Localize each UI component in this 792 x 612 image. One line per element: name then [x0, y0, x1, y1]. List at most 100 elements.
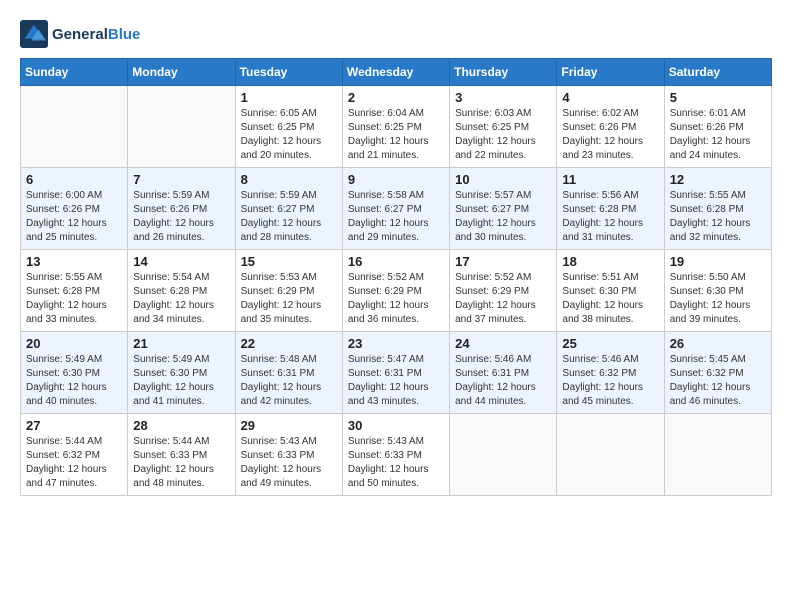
col-header-saturday: Saturday	[664, 59, 771, 86]
day-cell-20: 20 Sunrise: 5:49 AM Sunset: 6:30 PM Dayli…	[21, 332, 128, 414]
day-number-25: 25	[562, 336, 658, 351]
day-cell-24: 24 Sunrise: 5:46 AM Sunset: 6:31 PM Dayli…	[450, 332, 557, 414]
day-number-19: 19	[670, 254, 766, 269]
col-header-friday: Friday	[557, 59, 664, 86]
day-number-23: 23	[348, 336, 444, 351]
day-number-16: 16	[348, 254, 444, 269]
day-info-20: Sunrise: 5:49 AM Sunset: 6:30 PM Dayligh…	[26, 353, 122, 409]
day-cell-6: 6Sunrise: 6:00 AM Sunset: 6:26 PM Daylig…	[21, 168, 128, 250]
day-cell-8: 8Sunrise: 5:59 AM Sunset: 6:27 PM Daylig…	[235, 168, 342, 250]
day-cell-21: 21Sunrise: 5:49 AM Sunset: 6:30 PM Dayli…	[128, 332, 235, 414]
week-row-1: 1 Sunrise: 6:05 AM Sunset: 6:25 PM Daylig…	[21, 86, 772, 168]
day-number-21: 21	[133, 336, 229, 351]
day-info-26: Sunrise: 5:45 AM Sunset: 6:32 PM Dayligh…	[670, 353, 766, 409]
day-info-1: Sunrise: 6:05 AM Sunset: 6:25 PM Dayligh…	[241, 107, 337, 163]
day-info-2: Sunrise: 6:04 AM Sunset: 6:25 PM Dayligh…	[348, 107, 444, 163]
day-number-26: 26	[670, 336, 766, 351]
day-info-16: Sunrise: 5:52 AM Sunset: 6:29 PM Dayligh…	[348, 271, 444, 327]
day-cell-29: 29 Sunrise: 5:43 AM Sunset: 6:33 PM Dayli…	[235, 414, 342, 496]
day-cell-2: 2 Sunrise: 6:04 AM Sunset: 6:25 PM Daylig…	[342, 86, 449, 168]
day-cell-5: 5 Sunrise: 6:01 AM Sunset: 6:26 PM Daylig…	[664, 86, 771, 168]
day-cell-13: 13Sunrise: 5:55 AM Sunset: 6:28 PM Dayli…	[21, 250, 128, 332]
day-cell-1: 1 Sunrise: 6:05 AM Sunset: 6:25 PM Daylig…	[235, 86, 342, 168]
day-info-12: Sunrise: 5:55 AM Sunset: 6:28 PM Dayligh…	[670, 189, 766, 245]
day-info-24: Sunrise: 5:46 AM Sunset: 6:31 PM Dayligh…	[455, 353, 551, 409]
day-number-30: 30	[348, 418, 444, 433]
day-cell-17: 17 Sunrise: 5:52 AM Sunset: 6:29 PM Dayli…	[450, 250, 557, 332]
col-header-thursday: Thursday	[450, 59, 557, 86]
day-number-29: 29	[241, 418, 337, 433]
day-number-11: 11	[562, 172, 658, 187]
day-info-18: Sunrise: 5:51 AM Sunset: 6:30 PM Dayligh…	[562, 271, 658, 327]
day-number-24: 24	[455, 336, 551, 351]
empty-cell	[664, 414, 771, 496]
day-info-28: Sunrise: 5:44 AM Sunset: 6:33 PM Dayligh…	[133, 435, 229, 491]
day-number-28: 28	[133, 418, 229, 433]
day-info-25: Sunrise: 5:46 AM Sunset: 6:32 PM Dayligh…	[562, 353, 658, 409]
logo-text: GeneralBlue	[52, 26, 140, 43]
day-cell-10: 10Sunrise: 5:57 AM Sunset: 6:27 PM Dayli…	[450, 168, 557, 250]
day-cell-27: 27 Sunrise: 5:44 AM Sunset: 6:32 PM Dayli…	[21, 414, 128, 496]
day-info-11: Sunrise: 5:56 AM Sunset: 6:28 PM Dayligh…	[562, 189, 658, 245]
day-number-12: 12	[670, 172, 766, 187]
day-info-17: Sunrise: 5:52 AM Sunset: 6:29 PM Dayligh…	[455, 271, 551, 327]
day-number-20: 20	[26, 336, 122, 351]
day-info-6: Sunrise: 6:00 AM Sunset: 6:26 PM Dayligh…	[26, 189, 122, 245]
day-number-18: 18	[562, 254, 658, 269]
day-cell-30: 30Sunrise: 5:43 AM Sunset: 6:33 PM Dayli…	[342, 414, 449, 496]
day-info-10: Sunrise: 5:57 AM Sunset: 6:27 PM Dayligh…	[455, 189, 551, 245]
day-info-15: Sunrise: 5:53 AM Sunset: 6:29 PM Dayligh…	[241, 271, 337, 327]
day-info-23: Sunrise: 5:47 AM Sunset: 6:31 PM Dayligh…	[348, 353, 444, 409]
day-number-7: 7	[133, 172, 229, 187]
day-number-22: 22	[241, 336, 337, 351]
day-number-2: 2	[348, 90, 444, 105]
day-cell-7: 7 Sunrise: 5:59 AM Sunset: 6:26 PM Daylig…	[128, 168, 235, 250]
day-cell-18: 18 Sunrise: 5:51 AM Sunset: 6:30 PM Dayli…	[557, 250, 664, 332]
empty-cell	[128, 86, 235, 168]
day-cell-14: 14Sunrise: 5:54 AM Sunset: 6:28 PM Dayli…	[128, 250, 235, 332]
day-cell-16: 16 Sunrise: 5:52 AM Sunset: 6:29 PM Dayli…	[342, 250, 449, 332]
day-info-5: Sunrise: 6:01 AM Sunset: 6:26 PM Dayligh…	[670, 107, 766, 163]
day-cell-9: 9Sunrise: 5:58 AM Sunset: 6:27 PM Daylig…	[342, 168, 449, 250]
day-cell-4: 4Sunrise: 6:02 AM Sunset: 6:26 PM Daylig…	[557, 86, 664, 168]
day-cell-19: 19 Sunrise: 5:50 AM Sunset: 6:30 PM Dayli…	[664, 250, 771, 332]
day-info-8: Sunrise: 5:59 AM Sunset: 6:27 PM Dayligh…	[241, 189, 337, 245]
logo: GeneralBlue	[20, 20, 140, 48]
col-header-tuesday: Tuesday	[235, 59, 342, 86]
day-info-7: Sunrise: 5:59 AM Sunset: 6:26 PM Dayligh…	[133, 189, 229, 245]
day-number-5: 5	[670, 90, 766, 105]
empty-cell	[557, 414, 664, 496]
day-cell-23: 23 Sunrise: 5:47 AM Sunset: 6:31 PM Dayli…	[342, 332, 449, 414]
day-cell-22: 22 Sunrise: 5:48 AM Sunset: 6:31 PM Dayli…	[235, 332, 342, 414]
calendar-header-row: SundayMondayTuesdayWednesdayThursdayFrid…	[21, 59, 772, 86]
day-number-17: 17	[455, 254, 551, 269]
day-cell-12: 12 Sunrise: 5:55 AM Sunset: 6:28 PM Dayli…	[664, 168, 771, 250]
day-info-3: Sunrise: 6:03 AM Sunset: 6:25 PM Dayligh…	[455, 107, 551, 163]
col-header-wednesday: Wednesday	[342, 59, 449, 86]
logo-icon	[20, 20, 48, 48]
day-number-1: 1	[241, 90, 337, 105]
day-number-27: 27	[26, 418, 122, 433]
day-info-29: Sunrise: 5:43 AM Sunset: 6:33 PM Dayligh…	[241, 435, 337, 491]
week-row-5: 27 Sunrise: 5:44 AM Sunset: 6:32 PM Dayli…	[21, 414, 772, 496]
col-header-sunday: Sunday	[21, 59, 128, 86]
page-header: GeneralBlue	[20, 20, 772, 48]
day-info-22: Sunrise: 5:48 AM Sunset: 6:31 PM Dayligh…	[241, 353, 337, 409]
day-info-19: Sunrise: 5:50 AM Sunset: 6:30 PM Dayligh…	[670, 271, 766, 327]
week-row-4: 20 Sunrise: 5:49 AM Sunset: 6:30 PM Dayli…	[21, 332, 772, 414]
day-number-3: 3	[455, 90, 551, 105]
day-info-13: Sunrise: 5:55 AM Sunset: 6:28 PM Dayligh…	[26, 271, 122, 327]
day-cell-28: 28 Sunrise: 5:44 AM Sunset: 6:33 PM Dayli…	[128, 414, 235, 496]
day-cell-15: 15 Sunrise: 5:53 AM Sunset: 6:29 PM Dayli…	[235, 250, 342, 332]
day-number-4: 4	[562, 90, 658, 105]
week-row-3: 13Sunrise: 5:55 AM Sunset: 6:28 PM Dayli…	[21, 250, 772, 332]
day-number-14: 14	[133, 254, 229, 269]
day-cell-26: 26 Sunrise: 5:45 AM Sunset: 6:32 PM Dayli…	[664, 332, 771, 414]
day-info-27: Sunrise: 5:44 AM Sunset: 6:32 PM Dayligh…	[26, 435, 122, 491]
day-cell-25: 25 Sunrise: 5:46 AM Sunset: 6:32 PM Dayli…	[557, 332, 664, 414]
empty-cell	[450, 414, 557, 496]
empty-cell	[21, 86, 128, 168]
day-number-15: 15	[241, 254, 337, 269]
day-info-9: Sunrise: 5:58 AM Sunset: 6:27 PM Dayligh…	[348, 189, 444, 245]
day-cell-3: 3 Sunrise: 6:03 AM Sunset: 6:25 PM Daylig…	[450, 86, 557, 168]
